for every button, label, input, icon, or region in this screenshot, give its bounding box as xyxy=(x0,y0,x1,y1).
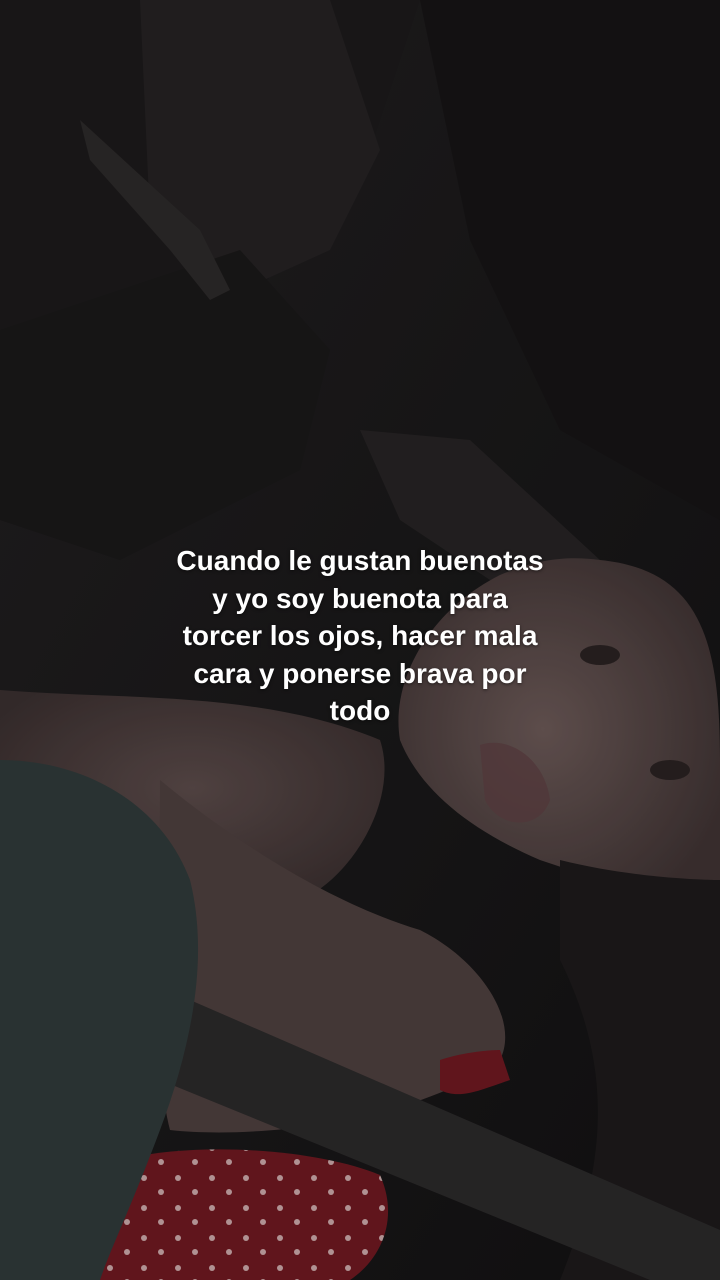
caption-line: Cuando le gustan buenotas xyxy=(176,545,544,576)
video-caption: Cuando le gustan buenotas y yo soy bueno… xyxy=(130,542,590,730)
caption-line: todo xyxy=(329,695,391,726)
caption-line: y yo soy buenota para xyxy=(212,582,508,614)
video-frame: Cuando le gustan buenotas y yo soy bueno… xyxy=(0,0,720,1280)
caption-line: cara y ponerse brava por xyxy=(193,657,527,689)
caption-line: torcer los ojos, hacer mala xyxy=(182,620,538,651)
